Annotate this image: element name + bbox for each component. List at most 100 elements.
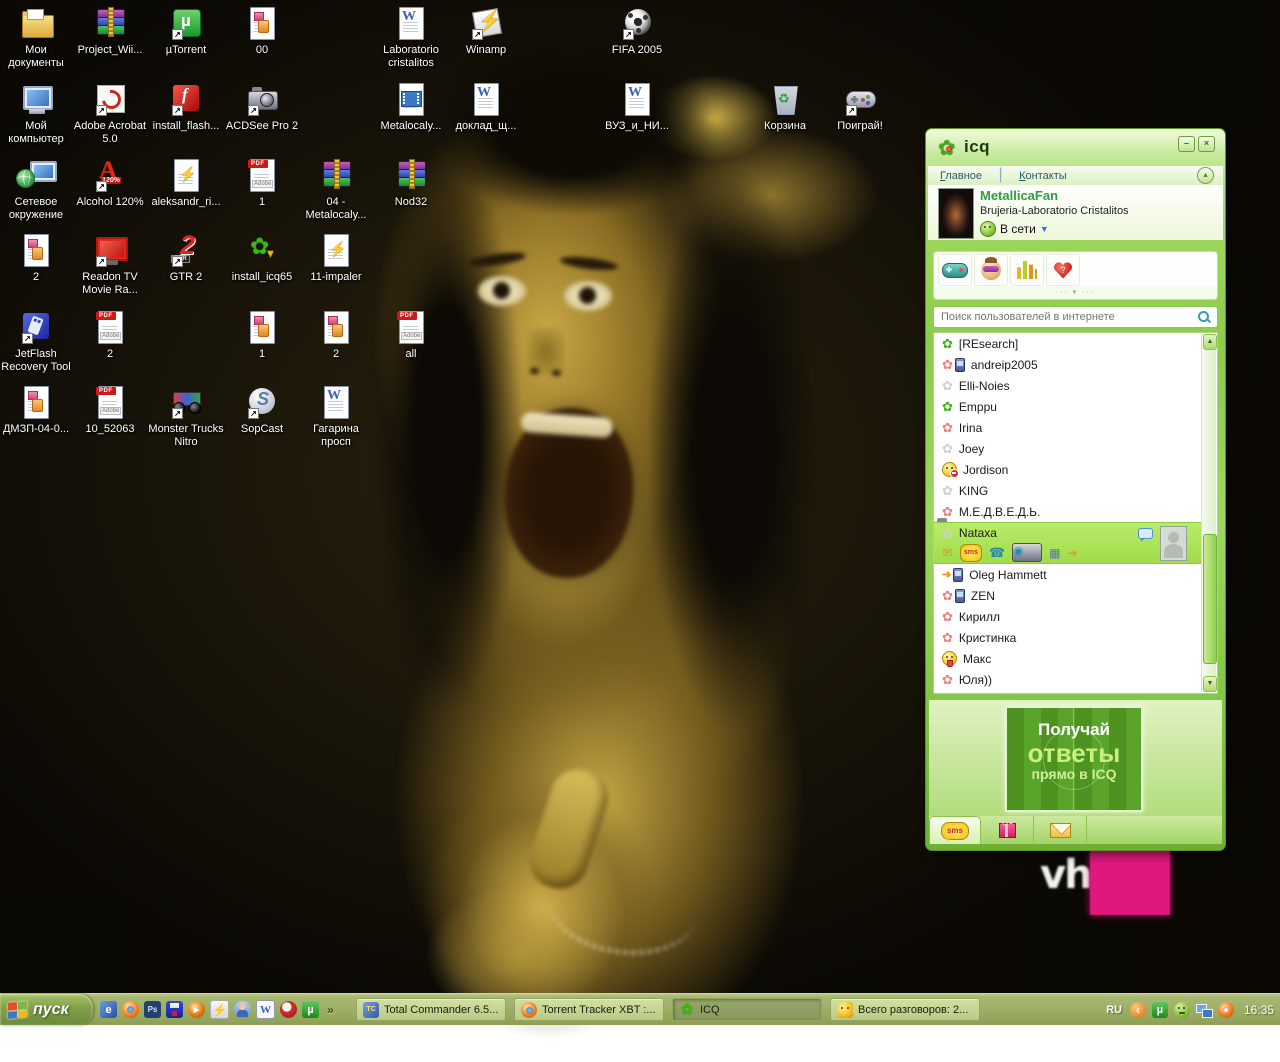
messenger-icon[interactable] (234, 1001, 251, 1018)
browser-app-icon[interactable]: e (100, 1001, 117, 1018)
scroll-down-icon[interactable]: ▼ (1203, 676, 1217, 692)
search-input[interactable] (933, 306, 1218, 328)
desktop-icon-fifa-2005[interactable]: ↗FIFA 2005 (599, 6, 675, 57)
scroll-up-icon[interactable]: ▲ (1203, 334, 1217, 350)
floppy-save-icon[interactable] (166, 1001, 183, 1018)
contact-row-jordison[interactable]: Jordison (934, 459, 1201, 480)
network-tray-icon[interactable] (1196, 1002, 1212, 1018)
desktop-icon-10_52063[interactable]: PDFAdobe10_52063 (72, 385, 148, 436)
task-button-icq[interactable]: ✿ICQ (672, 998, 822, 1021)
contact-row-юля[interactable]: ✿Юля)) (934, 669, 1201, 690)
desktop-icon-04-metalocaly[interactable]: 04 - Metalocaly... (298, 158, 374, 222)
desktop-icon-torrent[interactable]: µ↗µTorrent (148, 6, 224, 57)
desktop-icon-sopcast[interactable]: S↗SopCast (224, 385, 300, 436)
profile-status-message[interactable]: Brujeria-Laboratorio Cristalitos (980, 205, 1129, 217)
language-indicator[interactable]: RU (1106, 1004, 1122, 1016)
hide-tray-icons-button[interactable]: ‹ (1130, 1002, 1146, 1018)
desktop-icon-readon-tv-movie-ra[interactable]: ↗Readon TV Movie Ra... (72, 233, 148, 297)
contact-row-andreip2005[interactable]: ✿andreip2005 (934, 354, 1201, 375)
desktop-icon-мои-документы[interactable]: Мои документы (0, 6, 74, 70)
desktop-icon-jetflash-recovery-tool[interactable]: ↗JetFlash Recovery Tool (0, 310, 74, 374)
desktop-icon-корзина[interactable]: ♻Корзина (747, 82, 823, 133)
presence-selector[interactable]: В сети ▼ (980, 221, 1049, 237)
send-file-icon[interactable]: ➔ (1067, 546, 1077, 560)
contact-card-icon[interactable]: ▦ (1049, 546, 1060, 560)
icq-titlebar[interactable]: ✿ icq – × (926, 129, 1225, 165)
avatar[interactable] (938, 188, 974, 239)
menu-item-main[interactable]: Главное (940, 170, 982, 182)
winamp-tray-icon[interactable] (1218, 1002, 1234, 1018)
desktop-icon-2[interactable]: 2 (298, 310, 374, 361)
clock[interactable]: 16:35 (1244, 1003, 1274, 1017)
quicklaunch-overflow-icon[interactable]: » (327, 1003, 334, 1017)
desktop-icon-1[interactable]: PDFAdobe1 (224, 158, 300, 209)
desktop-icon-laboratorio-cristalitos[interactable]: WLaboratorio cristalitos (373, 6, 449, 70)
task-button-torrent-tracker-xbt[interactable]: Torrent Tracker XBT :... (514, 998, 664, 1021)
desktop-icon-project_wii[interactable]: Project_Wii... (72, 6, 148, 57)
task-button-total-commander-6-5[interactable]: TCTotal Commander 6.5... (356, 998, 506, 1021)
games-button[interactable] (938, 254, 972, 286)
send-sms-icon[interactable]: sms (960, 544, 982, 562)
collapse-button[interactable]: ▴ (1197, 167, 1214, 184)
desktop-icon-сетевое-окружение[interactable]: Сетевое окружение (0, 158, 74, 222)
contact-row-elli-noies[interactable]: ✿Elli-Noies (934, 375, 1201, 396)
desktop-icon-winamp[interactable]: ⚡↗Winamp (448, 6, 524, 57)
tab-gifts[interactable] (981, 816, 1034, 844)
webcam-icon[interactable]: ◉ (1012, 543, 1042, 562)
desktop-icon-alcohol-120[interactable]: A120%↗Alcohol 120% (72, 158, 148, 209)
start-button[interactable]: пуск (0, 994, 93, 1025)
contact-row-м-е-д-в-е-д-ь[interactable]: ✿М.Е.Д.В.Е.Д.Ь. (934, 501, 1201, 522)
desktop-icon-install_icq65[interactable]: ✿▼install_icq65 (224, 233, 300, 284)
minimize-button[interactable]: – (1178, 136, 1195, 152)
contact-row-emppu[interactable]: ✿Emppu (934, 396, 1201, 417)
desktop-icon-поиграй[interactable]: ↗Поиграй! (822, 82, 898, 133)
desktop-icon-monster-trucks-nitro[interactable]: ↗Monster Trucks Nitro (148, 385, 224, 449)
contact-row-макс[interactable]: Макс (934, 648, 1201, 669)
ad-banner[interactable]: Получай ответы прямо в ICQ (1005, 706, 1143, 812)
call-icon[interactable]: ☎ (989, 546, 1005, 560)
icq-tray-icon[interactable] (1174, 1002, 1190, 1018)
contact-row-research[interactable]: ✿[REsearch] (934, 333, 1201, 354)
contact-row-selected-nataxa[interactable]: ✿Nataxa✉sms☎◉▦➔ (934, 522, 1201, 564)
task-button-всего-разговоров-2[interactable]: Всего разговоров: 2... (830, 998, 980, 1021)
desktop-icon-вуз_и_ни[interactable]: WВУЗ_и_НИ... (599, 82, 675, 133)
desktop-icon-гагарина-просп[interactable]: WГагарина просп (298, 385, 374, 449)
nero-icon[interactable] (280, 1001, 297, 1018)
desktop-icon-мой-компьютер[interactable]: Мой компьютер (0, 82, 74, 146)
tab-mail[interactable] (1034, 816, 1087, 844)
contact-row-кристинка[interactable]: ✿Кристинка (934, 627, 1201, 648)
contact-row-oleg-hammett[interactable]: ➔Oleg Hammett (934, 564, 1201, 585)
scrollbar[interactable]: ▲ ▼ (1201, 334, 1216, 692)
desktop-icon-adobe-acrobat-5-0[interactable]: ↗Adobe Acrobat 5.0 (72, 82, 148, 146)
desktop-icon-metalocaly[interactable]: Metalocaly... (373, 82, 449, 133)
desktop-icon-1[interactable]: 1 (224, 310, 300, 361)
firefox-icon[interactable] (122, 1001, 139, 1018)
desktop-icon-11-impaler[interactable]: ⚡11-impaler (298, 233, 374, 284)
desktop-icon-aleksandr_ri[interactable]: ⚡aleksandr_ri... (148, 158, 224, 209)
message-bubble-icon[interactable] (1138, 528, 1153, 539)
contact-row-кирилл[interactable]: ✿Кирилл (934, 606, 1201, 627)
send-greeting-icon[interactable]: ✉ (942, 546, 953, 560)
utorrent-icon[interactable]: µ (302, 1001, 319, 1018)
desktop-icon-gtr-2[interactable]: 2GTR↗GTR 2 (148, 233, 224, 284)
desktop-icon-install_flash[interactable]: f↗install_flash... (148, 82, 224, 133)
desktop-icon-дмзп-04-0[interactable]: ДМЗП-04-0... (0, 385, 74, 436)
desktop-icon-00[interactable]: 00 (224, 6, 300, 57)
toolbar-expander[interactable]: ··· ▾ ··· (933, 287, 1218, 300)
xtraz-button[interactable] (974, 254, 1008, 286)
profile-name[interactable]: MetallicaFan (980, 188, 1058, 203)
desktop-icon-nod32[interactable]: Nod32 (373, 158, 449, 209)
desktop-icon-2[interactable]: 2 (0, 233, 74, 284)
photoshop-icon[interactable]: Ps (144, 1001, 161, 1018)
desktop-icon-acdsee-pro-2[interactable]: ↗ACDSee Pro 2 (224, 82, 300, 133)
help-heart-button[interactable]: ? (1046, 254, 1080, 286)
contact-row-joey[interactable]: ✿Joey (934, 438, 1201, 459)
desktop-icon-all[interactable]: PDFAdobeall (373, 310, 449, 361)
winamp-icon[interactable]: ⚡ (210, 1000, 229, 1019)
media-player-icon[interactable]: ▶ (188, 1001, 205, 1018)
close-button[interactable]: × (1198, 136, 1215, 152)
contact-row-zen[interactable]: ✿ZEN (934, 585, 1201, 606)
scrollbar-thumb[interactable] (1203, 534, 1217, 664)
utorrent-tray-icon[interactable]: µ (1152, 1002, 1168, 1018)
contact-row-irina[interactable]: ✿Irina (934, 417, 1201, 438)
